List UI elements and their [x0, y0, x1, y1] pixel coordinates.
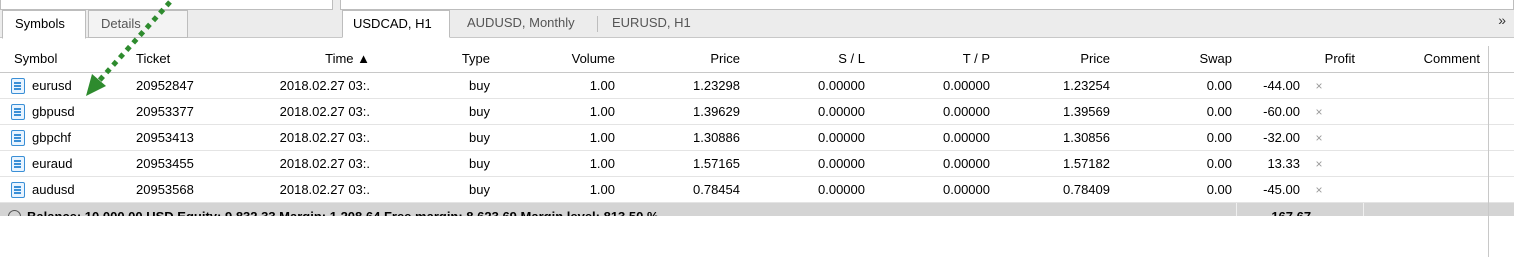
- col-symbol[interactable]: Symbol: [14, 46, 124, 72]
- col-profit[interactable]: Profit: [1240, 46, 1355, 72]
- trade-table: Symbol Ticket Time ▲ Type Volume Price S…: [0, 46, 1514, 231]
- price-cell: 1.30886: [693, 130, 740, 145]
- table-row[interactable]: gbpchf 20953413 2018.02.27 03:. buy 1.00 1.30…: [0, 125, 1514, 151]
- volume-cell: 1.00: [589, 156, 615, 171]
- col-price[interactable]: Price: [630, 46, 740, 72]
- document-icon: [11, 130, 25, 146]
- scroll-tabs-right-icon[interactable]: »: [1498, 12, 1506, 28]
- ticket-cell: 20952847: [136, 78, 194, 93]
- tp-cell: 0.00000: [943, 182, 990, 197]
- tp-cell: 0.00000: [943, 130, 990, 145]
- col-current-price[interactable]: Price: [1000, 46, 1110, 72]
- tp-cell: 0.00000: [943, 104, 990, 119]
- tab-symbols[interactable]: Symbols: [2, 10, 86, 39]
- swap-cell: 0.00: [1206, 130, 1232, 145]
- profit-cell: -32.00: [1263, 130, 1300, 145]
- symbol-cell: audusd: [32, 182, 75, 197]
- sl-cell: 0.00000: [818, 104, 865, 119]
- time-cell: 2018.02.27 03:.: [279, 130, 370, 145]
- time-cell: 2018.02.27 03:.: [279, 104, 370, 119]
- symbol-cell: euraud: [32, 156, 73, 171]
- symbol-cell: gbpusd: [32, 104, 75, 119]
- chart-panel-frame: [340, 0, 1514, 10]
- type-cell: buy: [469, 156, 490, 171]
- empty-area: [0, 216, 1514, 257]
- price2-cell: 1.30856: [1063, 130, 1110, 145]
- swap-cell: 0.00: [1206, 78, 1232, 93]
- col-time[interactable]: Time ▲: [250, 46, 370, 72]
- scrollbar-edge: [1488, 46, 1489, 257]
- document-icon: [11, 156, 25, 172]
- type-cell: buy: [469, 130, 490, 145]
- col-comment[interactable]: Comment: [1370, 46, 1480, 72]
- ticket-cell: 20953377: [136, 104, 194, 119]
- tab-bar: Symbols Details USDCAD, H1 AUDUSD, Month…: [0, 0, 1514, 39]
- table-header: Symbol Ticket Time ▲ Type Volume Price S…: [0, 46, 1514, 73]
- col-swap[interactable]: Swap: [1120, 46, 1232, 72]
- col-sl[interactable]: S / L: [750, 46, 865, 72]
- sl-cell: 0.00000: [818, 78, 865, 93]
- sl-cell: 0.00000: [818, 156, 865, 171]
- profit-cell: -60.00: [1263, 104, 1300, 119]
- price2-cell: 1.23254: [1063, 78, 1110, 93]
- close-x-icon[interactable]: ×: [1309, 99, 1329, 124]
- price-cell: 1.57165: [693, 156, 740, 171]
- price2-cell: 0.78409: [1063, 182, 1110, 197]
- price2-cell: 1.57182: [1063, 156, 1110, 171]
- tp-cell: 0.00000: [943, 78, 990, 93]
- document-icon: [11, 182, 25, 198]
- volume-cell: 1.00: [589, 78, 615, 93]
- price-cell: 1.23298: [693, 78, 740, 93]
- close-x-icon[interactable]: ×: [1309, 177, 1329, 202]
- ticket-cell: 20953413: [136, 130, 194, 145]
- symbol-cell: gbpchf: [32, 130, 72, 145]
- document-icon: [11, 78, 25, 94]
- tab-separator: [597, 16, 598, 32]
- price-cell: 0.78454: [693, 182, 740, 197]
- col-volume[interactable]: Volume: [500, 46, 615, 72]
- type-cell: buy: [469, 104, 490, 119]
- symbol-cell: eurusd: [32, 78, 72, 93]
- table-row[interactable]: eurusd 20952847 2018.02.27 03:. buy 1.00 1.23…: [0, 73, 1514, 99]
- chart-tab-audusd-monthly[interactable]: AUDUSD, Monthly: [467, 10, 575, 38]
- col-type[interactable]: Type: [380, 46, 490, 72]
- volume-cell: 1.00: [589, 104, 615, 119]
- close-x-icon[interactable]: ×: [1309, 73, 1329, 98]
- ticket-cell: 20953568: [136, 182, 194, 197]
- sl-cell: 0.00000: [818, 130, 865, 145]
- swap-cell: 0.00: [1206, 182, 1232, 197]
- profit-cell: -45.00: [1263, 182, 1300, 197]
- ticket-cell: 20953455: [136, 156, 194, 171]
- type-cell: buy: [469, 78, 490, 93]
- profit-cell: -44.00: [1263, 78, 1300, 93]
- price-cell: 1.39629: [693, 104, 740, 119]
- document-icon: [11, 104, 25, 120]
- table-row[interactable]: gbpusd 20953377 2018.02.27 03:. buy 1.00 1.39…: [0, 99, 1514, 125]
- swap-cell: 0.00: [1206, 156, 1232, 171]
- table-row[interactable]: audusd 20953568 2018.02.27 03:. buy 1.00 0.78…: [0, 177, 1514, 203]
- col-ticket[interactable]: Ticket: [136, 46, 246, 72]
- price2-cell: 1.39569: [1063, 104, 1110, 119]
- close-x-icon[interactable]: ×: [1309, 151, 1329, 176]
- close-x-icon[interactable]: ×: [1309, 125, 1329, 150]
- volume-cell: 1.00: [589, 182, 615, 197]
- time-cell: 2018.02.27 03:.: [279, 182, 370, 197]
- swap-cell: 0.00: [1206, 104, 1232, 119]
- tp-cell: 0.00000: [943, 156, 990, 171]
- sl-cell: 0.00000: [818, 182, 865, 197]
- time-cell: 2018.02.27 03:.: [279, 156, 370, 171]
- table-row[interactable]: euraud 20953455 2018.02.27 03:. buy 1.00 1.57…: [0, 151, 1514, 177]
- col-tp[interactable]: T / P: [880, 46, 990, 72]
- navigator-panel-frame: [0, 0, 333, 10]
- profit-cell: 13.33: [1267, 156, 1300, 171]
- chart-tab-eurusd-h1[interactable]: EURUSD, H1: [612, 10, 691, 38]
- time-cell: 2018.02.27 03:.: [279, 78, 370, 93]
- tab-details[interactable]: Details: [88, 10, 188, 38]
- chart-tab-usdcad-h1[interactable]: USDCAD, H1: [342, 10, 450, 38]
- type-cell: buy: [469, 182, 490, 197]
- volume-cell: 1.00: [589, 130, 615, 145]
